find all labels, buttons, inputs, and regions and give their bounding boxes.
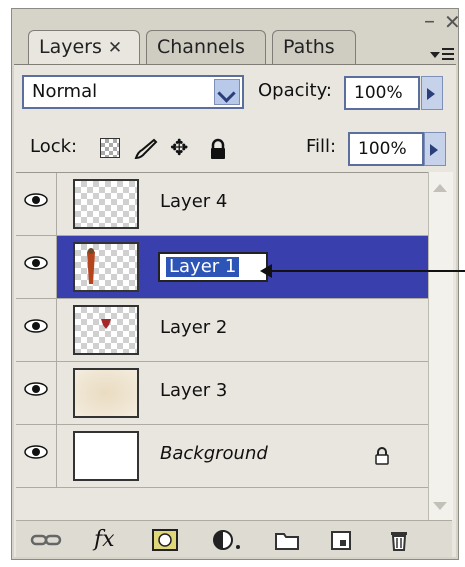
layer-name[interactable]: Layer 3 — [160, 380, 227, 401]
layer-row-background[interactable]: Background — [16, 425, 428, 488]
tab-paths-label: Paths — [283, 36, 335, 58]
tab-layers[interactable]: Layers ✕ — [28, 30, 140, 66]
scroll-up-icon[interactable] — [433, 184, 447, 192]
lock-label: Lock: — [30, 136, 78, 157]
tab-layers-label: Layers — [39, 36, 102, 58]
eye-icon — [24, 319, 48, 333]
layers-list: Layer 4 Layer 1 Layer 2 Layer 3 Backgrou… — [16, 172, 428, 521]
tab-channels-label: Channels — [157, 36, 245, 58]
layer-name[interactable]: Layer 4 — [160, 191, 227, 212]
layer-thumbnail[interactable] — [73, 242, 139, 292]
opacity-value: 100% — [354, 83, 403, 103]
layer-row-layer-1[interactable]: Layer 1 — [16, 236, 428, 299]
fill-field[interactable]: 100% — [348, 132, 424, 166]
link-layers-icon[interactable] — [30, 529, 62, 551]
panel-menu-icon[interactable] — [430, 46, 456, 66]
layer-row-layer-3[interactable]: Layer 3 — [16, 362, 428, 425]
scroll-down-icon[interactable] — [433, 502, 447, 510]
tab-close-icon[interactable]: ✕ — [108, 38, 122, 58]
new-layer-icon[interactable] — [330, 529, 352, 551]
eye-icon — [24, 256, 48, 270]
visibility-toggle[interactable] — [16, 362, 57, 424]
layer-name-input[interactable]: Layer 1 — [158, 252, 268, 282]
layer-row-layer-2[interactable]: Layer 2 — [16, 299, 428, 362]
chevron-down-icon[interactable] — [214, 79, 240, 105]
eye-icon — [24, 445, 48, 459]
fill-value: 100% — [358, 139, 407, 159]
tab-channels[interactable]: Channels — [146, 30, 266, 64]
tab-paths[interactable]: Paths — [272, 30, 356, 64]
fill-label: Fill: — [306, 136, 337, 157]
visibility-toggle[interactable] — [16, 173, 57, 235]
new-group-icon[interactable] — [274, 529, 300, 551]
lock-transparent-icon[interactable] — [100, 138, 120, 158]
eye-icon — [24, 382, 48, 396]
delete-layer-icon[interactable] — [388, 529, 410, 551]
layer-thumbnail[interactable] — [73, 179, 139, 229]
opacity-slider-arrow-icon[interactable] — [421, 76, 443, 110]
layer-style-icon[interactable]: fx — [94, 529, 115, 551]
layer-name[interactable]: Layer 2 — [160, 317, 227, 338]
figure-thumbnail-art — [87, 248, 95, 284]
lock-icon — [375, 447, 389, 465]
minimize-button[interactable]: – — [424, 11, 435, 33]
opacity-field[interactable]: 100% — [344, 76, 420, 110]
lock-all-icon[interactable] — [208, 138, 228, 160]
visibility-toggle[interactable] — [16, 425, 57, 487]
lock-pixels-icon[interactable] — [132, 138, 158, 160]
lock-position-icon[interactable]: ✥ — [170, 138, 194, 160]
layers-scrollbar[interactable] — [428, 172, 453, 520]
layer-thumbnail[interactable] — [73, 305, 139, 355]
figure-thumbnail-art — [101, 319, 111, 329]
fill-slider-arrow-icon[interactable] — [424, 132, 446, 166]
blend-mode-value: Normal — [32, 81, 98, 102]
visibility-toggle[interactable] — [16, 299, 57, 361]
opacity-label: Opacity: — [258, 80, 332, 101]
callout-line — [268, 270, 465, 272]
layers-toolbar: fx — [16, 520, 452, 557]
visibility-toggle[interactable] — [16, 236, 57, 298]
layer-name[interactable]: Background — [160, 443, 268, 464]
adjustment-layer-icon[interactable] — [212, 529, 242, 551]
layer-thumbnail[interactable] — [73, 431, 139, 481]
layer-mask-icon[interactable] — [152, 529, 178, 551]
layer-row-layer-4[interactable]: Layer 4 — [16, 173, 428, 236]
layer-name-selected-text: Layer 1 — [166, 257, 240, 277]
close-panel-button[interactable]: ✕ — [444, 12, 461, 32]
callout-arrow-head — [260, 264, 272, 278]
layer-thumbnail[interactable] — [73, 368, 139, 418]
blend-mode-select[interactable]: Normal — [22, 75, 244, 109]
eye-icon — [24, 193, 48, 207]
